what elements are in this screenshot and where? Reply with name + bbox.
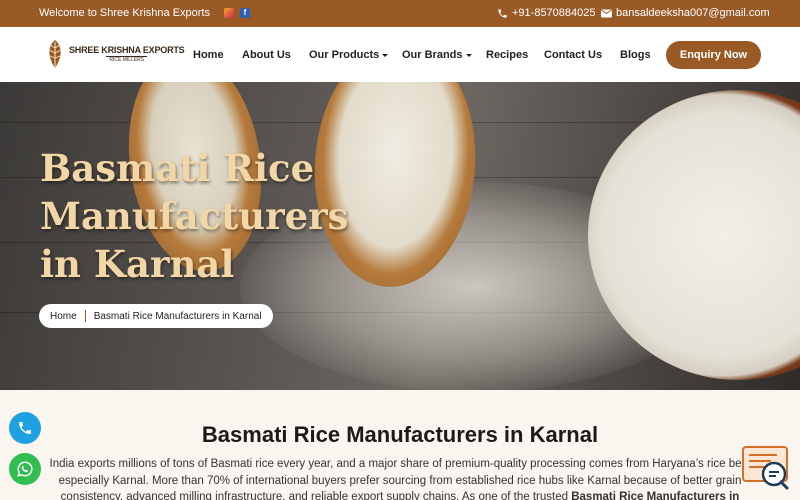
nav-our-brands-label: Our Brands [402,49,463,61]
phone-icon [498,8,507,18]
instagram-icon[interactable] [224,8,234,18]
phone-number: +91-8570884025 [512,7,596,19]
logo-brand: SHREE KRISHNA EXPORTS [69,45,185,55]
nav-recipes[interactable]: Recipes [486,49,528,61]
top-bar: Welcome to Shree Krishna Exports f +91-8… [0,0,800,27]
chevron-down-icon [465,53,472,57]
welcome-text: Welcome to Shree Krishna Exports [39,7,210,19]
hero-banner: Basmati Rice Manufacturers in Karnal Hom… [0,82,800,390]
breadcrumb-home-link[interactable]: Home [50,311,77,322]
site-header: SHREE KRISHNA EXPORTS RICE MILLERS Home … [0,27,800,82]
enquiry-now-button[interactable]: Enquiry Now [666,41,761,69]
nav-our-products[interactable]: Our Products [309,49,389,61]
intro-paragraph: India exports millions of tons of Basmat… [40,456,760,500]
intro-section: Basmati Rice Manufacturers in Karnal Ind… [0,390,800,500]
envelope-icon [601,9,612,17]
logo-subtitle: RICE MILLERS [106,56,148,63]
nav-blogs[interactable]: Blogs [620,49,651,61]
whatsapp-icon [17,461,33,477]
social-links: f [224,8,250,18]
breadcrumb: Home Basmati Rice Manufacturers in Karna… [39,304,273,328]
section-heading: Basmati Rice Manufacturers in Karnal [201,422,599,447]
breadcrumb-separator [84,310,86,322]
email-address: bansaldeeksha007@gmail.com [616,7,770,19]
breadcrumb-current: Basmati Rice Manufacturers in Karnal [93,310,262,322]
chevron-down-icon [382,53,389,57]
email-link[interactable]: bansaldeeksha007@gmail.com [601,7,770,19]
call-button[interactable] [9,412,41,444]
whatsapp-button[interactable] [9,453,41,485]
phone-link[interactable]: +91-8570884025 [497,7,596,19]
nav-our-products-label: Our Products [309,49,380,61]
facebook-icon[interactable]: f [240,8,250,18]
nav-contact-us[interactable]: Contact Us [544,49,602,61]
hero-title: Basmati Rice Manufacturers in Karnal [40,146,349,286]
intro-bold-text: Basmati Rice Manufacturers in [571,491,740,500]
nav-home[interactable]: Home [193,49,224,61]
chat-icon [742,446,789,490]
nav-about-us[interactable]: About Us [242,49,291,61]
nav-our-brands[interactable]: Our Brands [402,49,472,61]
logo[interactable]: SHREE KRISHNA EXPORTS RICE MILLERS [44,38,185,70]
phone-icon [19,422,31,434]
chat-widget-button[interactable] [741,445,791,491]
logo-leaf-icon [48,40,62,68]
